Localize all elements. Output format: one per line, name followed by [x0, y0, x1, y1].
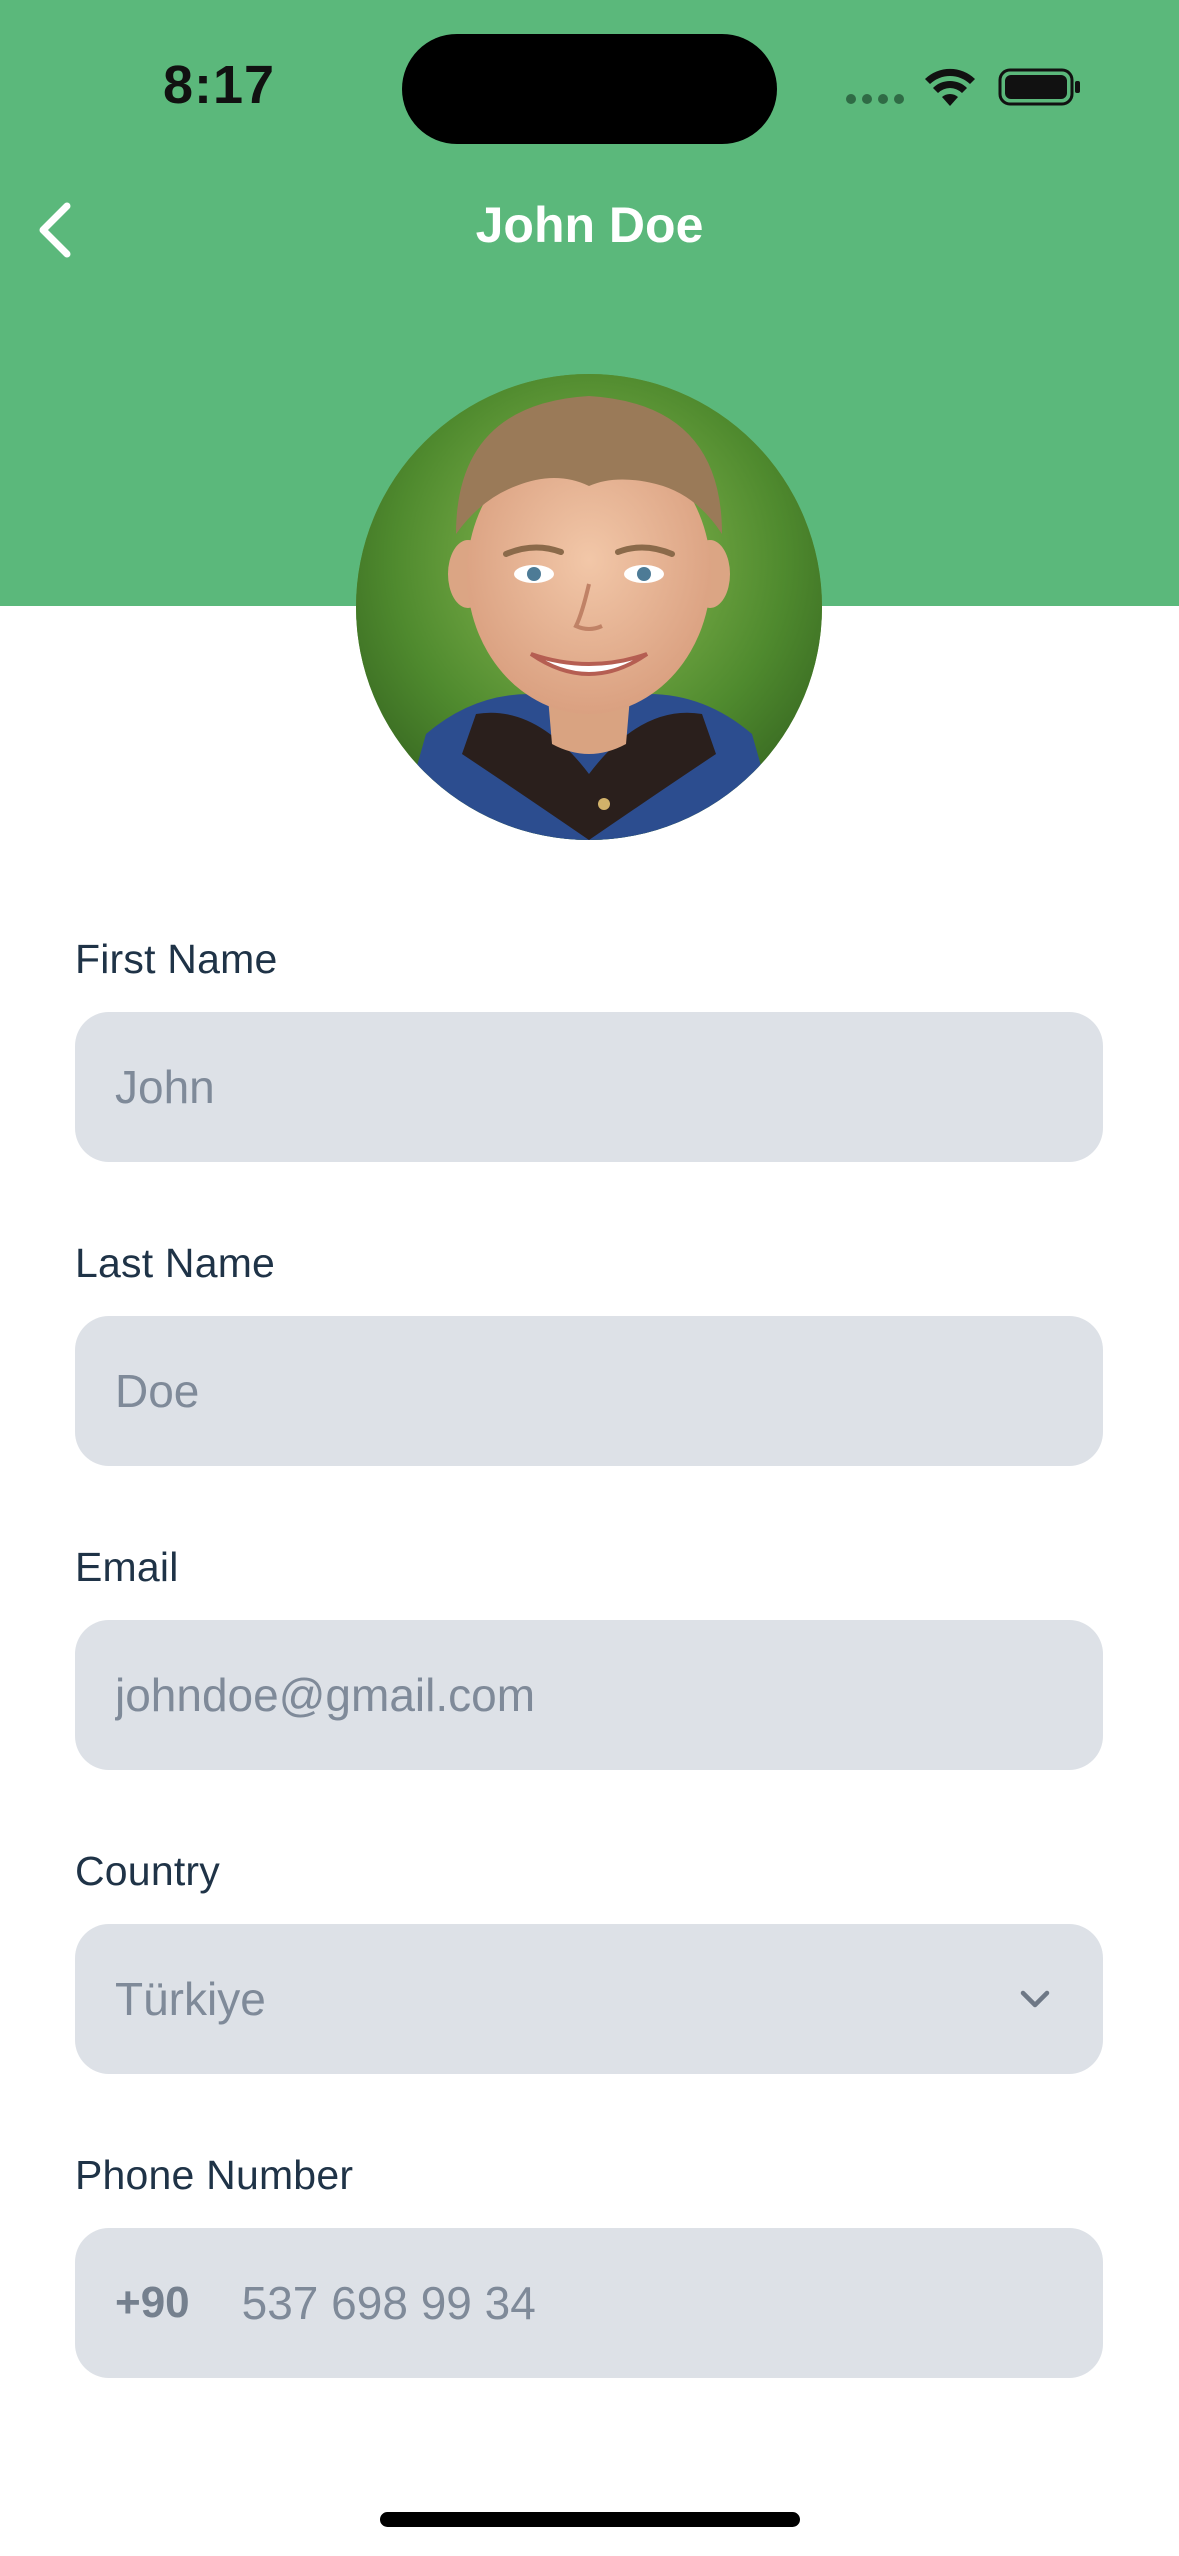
first-name-label: First Name	[75, 936, 278, 982]
email-field[interactable]	[75, 1620, 1103, 1770]
phone-label: Phone Number	[75, 2152, 354, 2198]
chevron-down-icon	[1020, 1990, 1050, 2008]
country-value: Türkiye	[115, 1973, 266, 2025]
first-name-input[interactable]	[115, 1012, 1103, 1162]
wifi-icon	[925, 68, 975, 106]
profile-photo	[356, 374, 822, 840]
battery-icon	[998, 68, 1080, 106]
country-label: Country	[75, 1848, 220, 1894]
last-name-input[interactable]	[115, 1316, 1103, 1466]
last-name-field[interactable]	[75, 1316, 1103, 1466]
page-title: John Doe	[475, 197, 704, 253]
cellular-signal-icon	[846, 94, 904, 104]
profile-edit-screen: 8:17 John Doe First Name John Last Name …	[0, 0, 1179, 2556]
home-indicator	[380, 2512, 800, 2527]
first-name-field[interactable]	[75, 1012, 1103, 1162]
email-input[interactable]	[115, 1620, 1103, 1770]
country-select[interactable]: Türkiye	[75, 1924, 1103, 2074]
status-time: 8:17	[163, 55, 276, 115]
country-code-prefix[interactable]: +90	[115, 2278, 190, 2328]
phone-field[interactable]: +90	[75, 2228, 1103, 2378]
dynamic-island	[402, 34, 777, 144]
avatar[interactable]	[356, 374, 822, 840]
email-label: Email	[75, 1544, 179, 1590]
phone-input[interactable]	[241, 2228, 1103, 2378]
last-name-label: Last Name	[75, 1240, 276, 1286]
